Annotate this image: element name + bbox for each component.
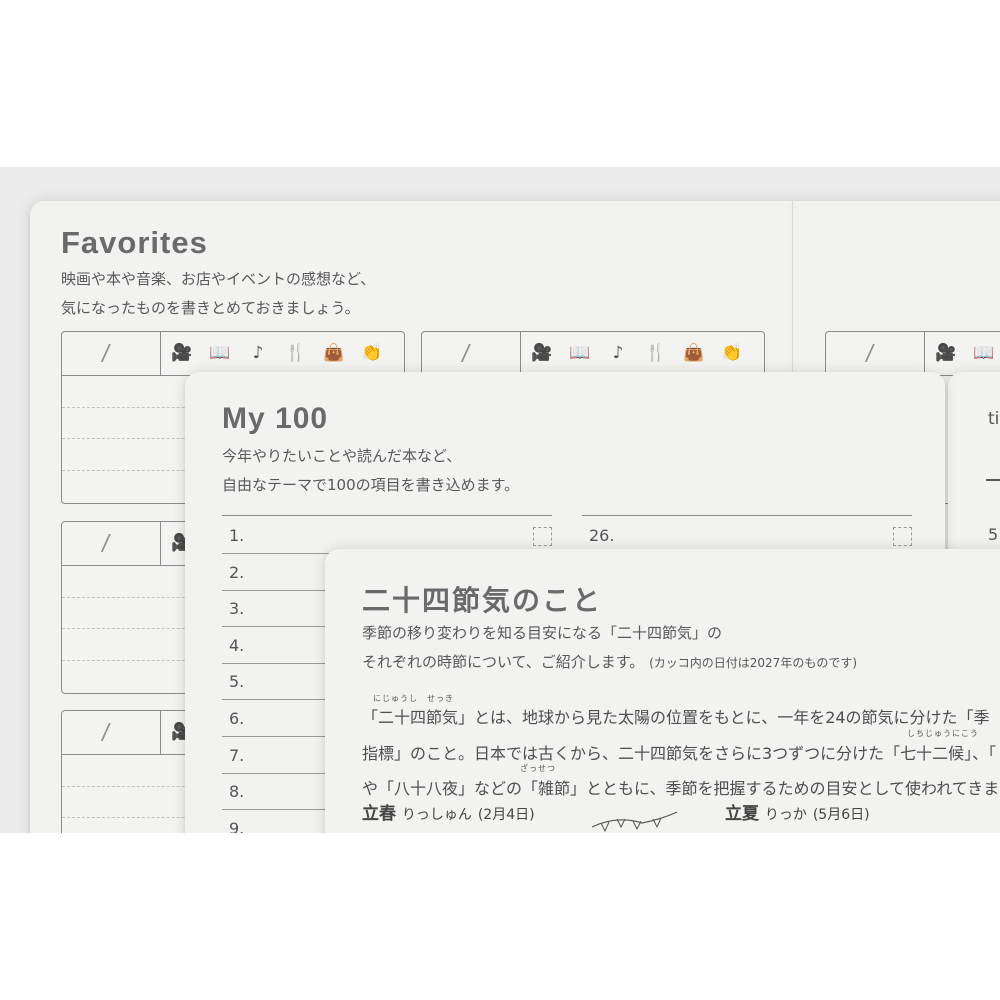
my100-title: My 100 (222, 402, 329, 435)
body-line3: や「八十八夜」などの「雑節」とともに、季節を把握するための目安として使われてきま (362, 779, 1000, 798)
movie-camera-icon: 🎥 (171, 343, 193, 363)
music-note-icon: ♪ (612, 343, 624, 363)
divider (986, 479, 1000, 481)
ruby-text: しちじゅうにこう (907, 729, 979, 738)
my100-desc-line2: 自由なテーマで100の項目を書き込めます。 (222, 476, 520, 494)
item-number: 9. (229, 818, 245, 833)
product-photo-scene: Favorites 映画や本や音楽、お店やイベントの感想など、 気になったものを… (0, 167, 1000, 833)
date-slash: / (100, 531, 112, 556)
fork-knife-icon: 🍴 (285, 343, 307, 363)
season-risshun: 立春 りっしゅん (2月4日) (362, 799, 535, 824)
page-number-fragment: 5 (988, 525, 999, 544)
category-icons: 🎥 📖 ♪ 🍴 👜 👏 (171, 343, 383, 363)
movie-camera-icon: 🎥 (935, 343, 957, 363)
item-number: 2. (229, 562, 245, 582)
sekki-page: 二十四節気のこと 季節の移り変わりを知る目安になる「二十四節気」の それぞれの時… (325, 549, 1000, 833)
date-slash: / (100, 341, 112, 366)
season-rikka: 立夏 りっか (5月6日) (725, 799, 870, 824)
favorites-title: Favorites (61, 225, 208, 260)
sekki-title: 二十四節気のこと (362, 585, 603, 616)
date-slash: / (460, 341, 472, 366)
category-icons: 🎥 📖 (935, 343, 995, 363)
season-date: (5月6日) (812, 807, 870, 823)
body-line1: 「二十四節気」とは、地球から見た太陽の位置をもとに、一年を24の節気に分けた「季 (362, 708, 990, 727)
category-icons: 🎥 📖 ♪ 🍴 👜 👏 (531, 343, 743, 363)
music-note-icon: ♪ (252, 343, 264, 363)
favorites-desc-line2: 気になったものを書きとめておきましょう。 (61, 299, 360, 317)
my100-desc-line1: 今年やりたいことや読んだ本など、 (222, 447, 462, 465)
book-icon: 📖 (973, 343, 995, 363)
date-slash: / (100, 720, 112, 745)
illustration-bunting (591, 811, 678, 833)
season-reading: りっか (764, 807, 807, 823)
item-number: 8. (229, 782, 245, 802)
sekki-date-note: (カッコ内の日付は2027年のものです) (649, 656, 857, 670)
ruby-text: ざっせつ (520, 764, 556, 773)
sekki-description: 季節の移り変わりを知る目安になる「二十四節気」の それぞれの時節について、ご紹介… (362, 619, 857, 678)
item-number: 7. (229, 745, 245, 765)
checkbox[interactable] (893, 527, 912, 546)
item-number: 1. (229, 526, 245, 545)
fork-knife-icon: 🍴 (645, 343, 667, 363)
my100-description: 今年やりたいことや読んだ本など、 自由なテーマで100の項目を書き込めます。 (222, 442, 519, 500)
ruby-text: にじゅうし せっき (373, 694, 454, 703)
season-reading: りっしゅん (401, 807, 472, 823)
shopping-bag-icon: 👜 (683, 343, 705, 363)
sekki-desc-line1: 季節の移り変わりを知る目安になる「二十四節気」の (362, 624, 723, 642)
book-icon: 📖 (209, 343, 231, 363)
body-line2: 指標」のこと。日本では古くから、二十四節気をさらに3つずつに分けた「七十二候」、… (362, 744, 997, 763)
item-number: 3. (229, 599, 245, 619)
clapping-hands-icon: 👏 (721, 343, 743, 363)
clapping-hands-icon: 👏 (361, 343, 383, 363)
list-top-rule (222, 515, 552, 516)
checkbox[interactable] (533, 527, 552, 546)
item-number: 26. (589, 526, 615, 545)
book-icon: 📖 (569, 343, 591, 363)
shopping-bag-icon: 👜 (323, 343, 345, 363)
list-top-rule (582, 515, 912, 516)
season-name: 立夏 (725, 804, 759, 824)
season-date: (2月4日) (477, 807, 535, 823)
page-text-fragment: ti (988, 409, 1000, 429)
movie-camera-icon: 🎥 (531, 343, 553, 363)
item-number: 6. (229, 709, 245, 728)
sekki-desc-line2: それぞれの時節について、ご紹介します。 (362, 653, 645, 671)
season-name: 立春 (362, 804, 396, 824)
favorites-desc-line1: 映画や本や音楽、お店やイベントの感想など、 (61, 270, 376, 288)
date-slash: / (864, 341, 876, 366)
item-number: 4. (229, 635, 245, 655)
favorites-description: 映画や本や音楽、お店やイベントの感想など、 気になったものを書きとめておきましょ… (61, 265, 375, 323)
item-number: 5. (229, 672, 245, 692)
